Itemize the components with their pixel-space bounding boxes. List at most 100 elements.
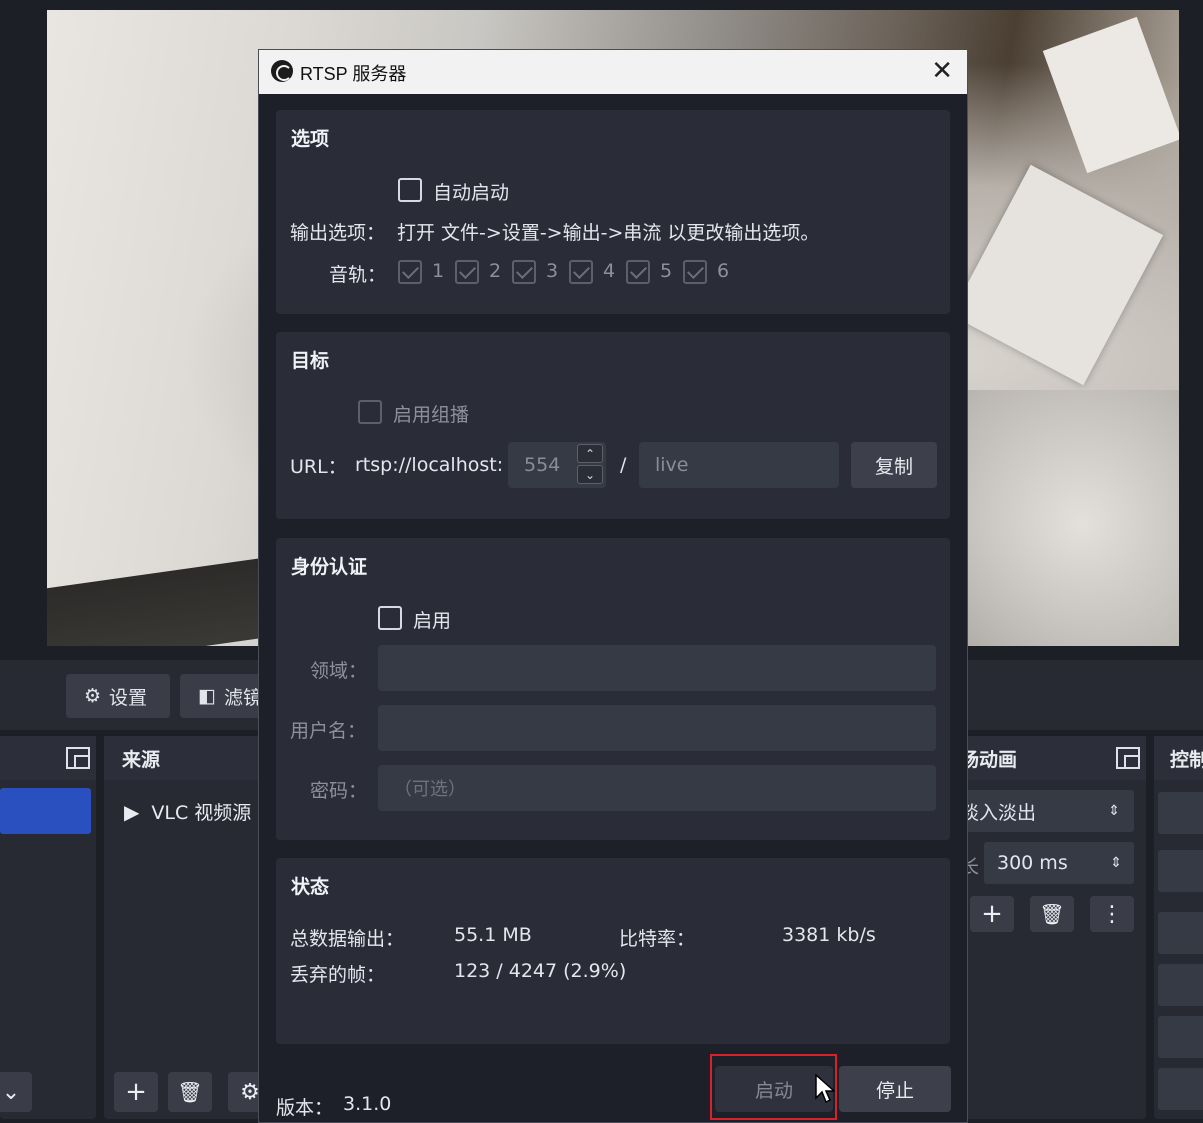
add-icon[interactable]: + bbox=[114, 1072, 158, 1112]
dropped-frames-label: 丢弃的帧： bbox=[290, 964, 386, 986]
controls-dock-header: 控制 bbox=[1154, 736, 1203, 780]
track-label-1: 1 bbox=[432, 260, 445, 282]
stop-label: 停止 bbox=[875, 1079, 914, 1102]
dialog-titlebar: RTSP 服务器 ✕ bbox=[259, 50, 967, 94]
track-checkbox-4[interactable] bbox=[569, 260, 593, 284]
total-output-value: 55.1 MB bbox=[454, 924, 532, 946]
trash-icon[interactable]: 🗑 bbox=[168, 1072, 212, 1112]
multicast-label: 启用组播 bbox=[393, 404, 470, 426]
control-button[interactable] bbox=[1158, 964, 1203, 1006]
track-checkbox-5[interactable] bbox=[626, 260, 650, 284]
controls-title: 控制 bbox=[1170, 748, 1203, 771]
trash-icon[interactable]: 🗑 bbox=[1030, 896, 1074, 932]
port-value: 554 bbox=[524, 454, 561, 476]
transitions-dock: 场动画 淡入淡出 ⇕ 长 300 ms ⇕ + 🗑 ⋮ bbox=[960, 736, 1146, 1119]
bitrate-label: 比特率： bbox=[619, 928, 696, 950]
track-checkbox-1[interactable] bbox=[398, 260, 422, 284]
sources-dock-header: 来源 bbox=[104, 736, 264, 780]
duration-spinbox[interactable]: 300 ms ⇕ bbox=[984, 842, 1134, 884]
source-item-label: VLC 视频源 bbox=[151, 802, 252, 824]
password-placeholder: （可选） bbox=[394, 779, 466, 800]
gear-icon: ⚙ bbox=[84, 685, 102, 707]
track-label-6: 6 bbox=[717, 260, 730, 282]
bitrate-value: 3381 kb/s bbox=[782, 924, 876, 946]
cursor-icon bbox=[815, 1074, 835, 1104]
auth-title: 身份认证 bbox=[291, 556, 368, 578]
transition-value: 淡入淡出 bbox=[960, 801, 1037, 824]
path-value: live bbox=[655, 454, 689, 476]
stop-button[interactable]: 停止 bbox=[839, 1066, 951, 1112]
scene-item-selected[interactable] bbox=[0, 788, 91, 834]
total-output-label: 总数据输出： bbox=[290, 928, 405, 950]
url-prefix: rtsp://localhost: bbox=[355, 454, 504, 476]
more-icon[interactable]: ⋮ bbox=[1090, 896, 1134, 932]
filter-icon: ◧ bbox=[198, 685, 216, 707]
copy-button[interactable]: 复制 bbox=[851, 442, 937, 488]
output-options-label: 输出选项： bbox=[290, 222, 386, 244]
path-input[interactable]: live bbox=[639, 442, 839, 488]
sources-title: 来源 bbox=[122, 748, 161, 771]
autostart-checkbox[interactable] bbox=[398, 178, 422, 202]
control-button[interactable] bbox=[1158, 1068, 1203, 1110]
copy-label: 复制 bbox=[874, 455, 913, 478]
version-label: 版本： bbox=[276, 1097, 334, 1119]
updown-icon: ⇕ bbox=[1110, 855, 1122, 871]
updown-icon: ⇕ bbox=[1108, 803, 1120, 819]
track-checkbox-2[interactable] bbox=[455, 260, 479, 284]
target-title: 目标 bbox=[291, 350, 330, 372]
filters-button[interactable]: ◧ 滤镜 bbox=[180, 674, 270, 718]
filters-label: 滤镜 bbox=[223, 686, 262, 709]
options-group: 选项 自动启动 输出选项： 打开 文件->设置->输出->串流 以更改输出选项。… bbox=[276, 110, 950, 314]
password-label: 密码： bbox=[310, 780, 368, 802]
track-label-2: 2 bbox=[489, 260, 502, 282]
dropped-frames-value: 123 / 4247 (2.9%) bbox=[454, 960, 627, 982]
status-group: 状态 总数据输出： 55.1 MB 比特率： 3381 kb/s 丢弃的帧： 1… bbox=[276, 858, 950, 1044]
play-icon: ▶ bbox=[124, 799, 140, 824]
url-slash: / bbox=[620, 454, 627, 476]
autostart-label: 自动启动 bbox=[433, 182, 510, 204]
track-checkbox-3[interactable] bbox=[512, 260, 536, 284]
rtsp-dialog: RTSP 服务器 ✕ 选项 自动启动 输出选项： 打开 文件->设置->输出->… bbox=[258, 49, 968, 1123]
source-item[interactable]: ▶ VLC 视频源 bbox=[124, 798, 251, 825]
realm-input[interactable] bbox=[378, 645, 936, 691]
controls-dock: 控制 bbox=[1154, 736, 1203, 1119]
auth-enable-checkbox[interactable] bbox=[378, 606, 402, 630]
chevron-up-icon[interactable]: ⌃ bbox=[577, 444, 603, 463]
auth-group: 身份认证 启用 领域： 用户名： 密码： （可选） bbox=[276, 538, 950, 840]
control-button[interactable] bbox=[1158, 792, 1203, 834]
version-value: 3.1.0 bbox=[343, 1093, 392, 1115]
tracks-label: 音轨： bbox=[329, 264, 387, 286]
obs-logo-icon bbox=[271, 60, 293, 82]
control-button[interactable] bbox=[1158, 912, 1203, 954]
dock-float-icon[interactable] bbox=[66, 747, 90, 769]
control-button[interactable] bbox=[1158, 850, 1203, 892]
output-options-hint: 打开 文件->设置->输出->串流 以更改输出选项。 bbox=[397, 222, 820, 244]
chevron-down-icon[interactable]: ⌄ bbox=[0, 1072, 32, 1112]
target-group: 目标 启用组播 URL： rtsp://localhost: 554 ⌃ ⌄ /… bbox=[276, 332, 950, 519]
control-button[interactable] bbox=[1158, 1016, 1203, 1058]
chevron-down-icon[interactable]: ⌄ bbox=[577, 465, 603, 484]
track-label-4: 4 bbox=[603, 260, 616, 282]
track-label-5: 5 bbox=[660, 260, 673, 282]
auth-enable-label: 启用 bbox=[413, 610, 452, 632]
preview-fabric bbox=[967, 390, 1179, 646]
password-input[interactable]: （可选） bbox=[378, 765, 936, 811]
url-label: URL： bbox=[290, 456, 347, 478]
track-checkbox-6[interactable] bbox=[683, 260, 707, 284]
dock-float-icon[interactable] bbox=[1116, 747, 1140, 769]
options-title: 选项 bbox=[291, 128, 330, 150]
realm-label: 领域： bbox=[310, 660, 368, 682]
multicast-checkbox[interactable] bbox=[358, 400, 382, 424]
close-icon[interactable]: ✕ bbox=[931, 56, 953, 86]
username-input[interactable] bbox=[378, 705, 936, 751]
status-title: 状态 bbox=[291, 876, 330, 898]
add-icon[interactable]: + bbox=[970, 896, 1014, 932]
transition-select[interactable]: 淡入淡出 ⇕ bbox=[960, 790, 1134, 832]
settings-label: 设置 bbox=[109, 686, 148, 709]
sources-dock: 来源 ▶ VLC 视频源 + 🗑 ⚙ bbox=[104, 736, 272, 1119]
transitions-title: 场动画 bbox=[960, 748, 1018, 771]
preview-card bbox=[950, 164, 1164, 386]
dialog-title: RTSP 服务器 bbox=[300, 64, 407, 84]
settings-button[interactable]: ⚙ 设置 bbox=[66, 674, 170, 718]
username-label: 用户名： bbox=[290, 720, 367, 742]
